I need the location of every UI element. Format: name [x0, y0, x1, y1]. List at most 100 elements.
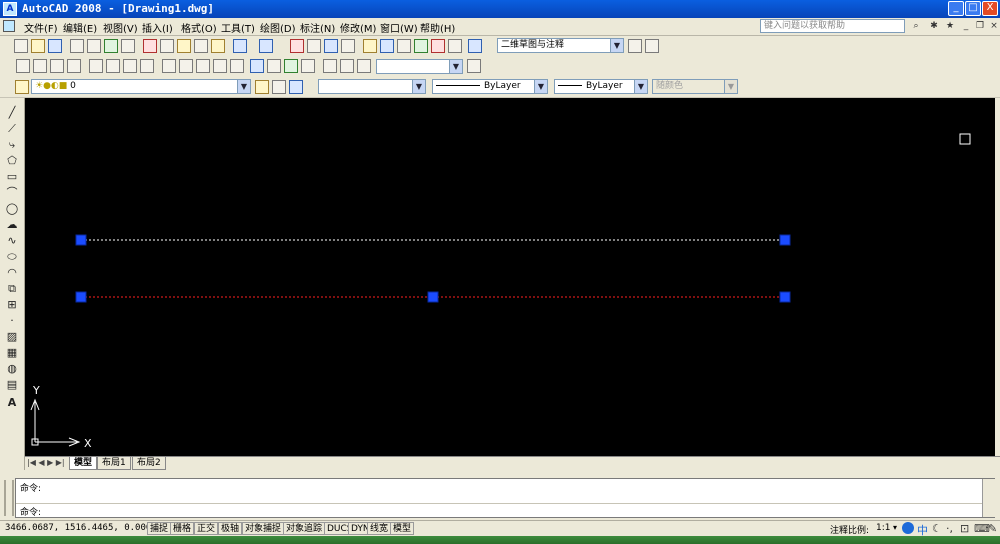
redo-icon[interactable] [259, 39, 273, 53]
copy-icon[interactable] [160, 39, 174, 53]
color-select[interactable]: ▼ [318, 79, 426, 94]
command-history[interactable]: 命令: 命令: [15, 478, 995, 518]
calculator-icon[interactable] [448, 39, 462, 53]
search-icon[interactable]: ⌕ [910, 20, 922, 32]
chevron-down-icon[interactable]: ▼ [237, 80, 250, 93]
dim-text-edit-icon[interactable] [340, 59, 354, 73]
paste-icon[interactable] [177, 39, 191, 53]
grip-white-end[interactable] [779, 234, 791, 246]
snap-toggle[interactable]: 捕捉 [147, 522, 172, 535]
polar-toggle[interactable]: 极轴 [218, 522, 243, 535]
settings-icon[interactable]: ✎ [988, 522, 997, 535]
tool-palettes-icon[interactable] [397, 39, 411, 53]
spline-icon[interactable]: ∿ [5, 234, 19, 247]
design-center-icon[interactable] [380, 39, 394, 53]
new-icon[interactable] [14, 39, 28, 53]
save-workspace-icon[interactable] [645, 39, 659, 53]
tab-model[interactable]: 模型 [69, 457, 98, 470]
layer-manager-icon[interactable] [15, 80, 29, 94]
construction-line-icon[interactable]: ⟋ [5, 122, 19, 135]
command-scrollbar[interactable] [982, 479, 995, 517]
layer-select[interactable]: ☀●◐■ 0 ▼ [31, 79, 251, 94]
help-search-input[interactable]: 键入问题以获取帮助 [760, 19, 905, 33]
lineweight-select[interactable]: ByLayer ▼ [554, 79, 648, 94]
plot-icon[interactable] [70, 39, 84, 53]
workspace-settings-icon[interactable] [628, 39, 642, 53]
menu-help[interactable]: 帮助(H) [420, 20, 455, 35]
layer-previous-icon[interactable] [272, 80, 286, 94]
circle-icon[interactable]: ◯ [5, 202, 19, 215]
dim-edit-icon[interactable] [323, 59, 337, 73]
workspace-select[interactable]: 二维草图与注释 ▼ [497, 38, 624, 53]
markup-icon[interactable] [431, 39, 445, 53]
menu-insert[interactable]: 插入(I) [142, 20, 173, 35]
line-icon[interactable]: ╱ [5, 106, 19, 119]
minimize-button[interactable]: _ [948, 1, 964, 16]
linetype-select[interactable]: ByLayer ▼ [432, 79, 548, 94]
zoom-previous-icon[interactable] [341, 39, 355, 53]
dim-style-select[interactable]: ▼ [376, 59, 463, 74]
cursor-coordinates[interactable]: 3466.0687, 1516.4465, 0.0000 [5, 523, 157, 533]
chevron-down-icon[interactable]: ▼ [534, 80, 547, 93]
vertical-scrollbar[interactable] [995, 98, 1000, 470]
block-editor-icon[interactable] [211, 39, 225, 53]
chevron-down-icon[interactable]: ▼ [412, 80, 425, 93]
menu-tools[interactable]: 工具(T) [221, 20, 255, 35]
dim-break-icon[interactable] [230, 59, 244, 73]
communication-center-icon[interactable]: ✱ [928, 20, 940, 32]
chevron-down-icon[interactable]: ▼ [449, 60, 462, 73]
diameter-dim-icon[interactable] [123, 59, 137, 73]
grip-red-end[interactable] [779, 291, 791, 303]
match-properties-icon[interactable] [194, 39, 208, 53]
make-current-layer-icon[interactable] [255, 80, 269, 94]
chevron-down-icon[interactable]: ▼ [634, 80, 647, 93]
moon-icon[interactable]: ☾ [932, 522, 942, 535]
lineweight-toggle[interactable]: 线宽 [367, 522, 392, 535]
command-grip-handle[interactable] [4, 480, 14, 516]
doc-close-icon[interactable]: × [988, 20, 1000, 32]
ellipse-arc-icon[interactable]: ◠ [5, 266, 19, 279]
undo-icon[interactable] [233, 39, 247, 53]
polyline-icon[interactable]: ⤷ [5, 138, 19, 151]
help-icon[interactable] [468, 39, 482, 53]
ellipse-icon[interactable]: ⬭ [5, 250, 19, 263]
zoom-realtime-icon[interactable] [307, 39, 321, 53]
annotation-visibility-icon[interactable] [902, 522, 914, 534]
linear-dim-icon[interactable] [16, 59, 30, 73]
3d-dwf-icon[interactable] [121, 39, 135, 53]
region-icon[interactable]: ◍ [5, 362, 19, 375]
publish-icon[interactable] [104, 39, 118, 53]
model-toggle[interactable]: 模型 [390, 522, 415, 535]
table-icon[interactable]: ▤ [5, 378, 19, 391]
tab-layout2[interactable]: 布局2 [132, 457, 166, 470]
cut-icon[interactable] [143, 39, 157, 53]
save-icon[interactable] [48, 39, 62, 53]
toolbar-lock-icon[interactable]: ⊡ [960, 522, 969, 535]
dim-style-icon[interactable] [467, 59, 481, 73]
tolerance-icon[interactable] [250, 59, 264, 73]
radius-dim-icon[interactable] [89, 59, 103, 73]
ortho-toggle[interactable]: 正交 [194, 522, 219, 535]
annotation-scale-value[interactable]: 1:1 [876, 523, 890, 533]
otrack-toggle[interactable]: 对象追踪 [283, 522, 326, 535]
menu-modify[interactable]: 修改(M) [340, 20, 376, 35]
autocad-logo-icon[interactable]: A [3, 2, 17, 16]
properties-icon[interactable] [363, 39, 377, 53]
zoom-window-icon[interactable] [324, 39, 338, 53]
grip-red-mid[interactable] [427, 291, 439, 303]
jogged-dim-icon[interactable] [106, 59, 120, 73]
aligned-dim-icon[interactable] [33, 59, 47, 73]
ordinate-dim-icon[interactable] [67, 59, 81, 73]
chevron-down-icon[interactable]: ▾ [893, 523, 897, 532]
pan-icon[interactable] [290, 39, 304, 53]
layer-on-icon[interactable]: ☀●◐■ [35, 81, 67, 91]
maximize-button[interactable]: □ [965, 1, 981, 16]
revision-cloud-icon[interactable]: ☁ [5, 218, 19, 231]
menu-format[interactable]: 格式(O) [181, 20, 217, 35]
layer-state-icon[interactable] [289, 80, 303, 94]
osnap-toggle[interactable]: 对象捕捉 [242, 522, 285, 535]
menu-file[interactable]: 文件(F) [24, 20, 58, 35]
insert-block-icon[interactable]: ⧉ [5, 282, 19, 295]
hatch-icon[interactable]: ▨ [5, 330, 19, 343]
doc-minimize-icon[interactable]: _ [960, 20, 972, 32]
